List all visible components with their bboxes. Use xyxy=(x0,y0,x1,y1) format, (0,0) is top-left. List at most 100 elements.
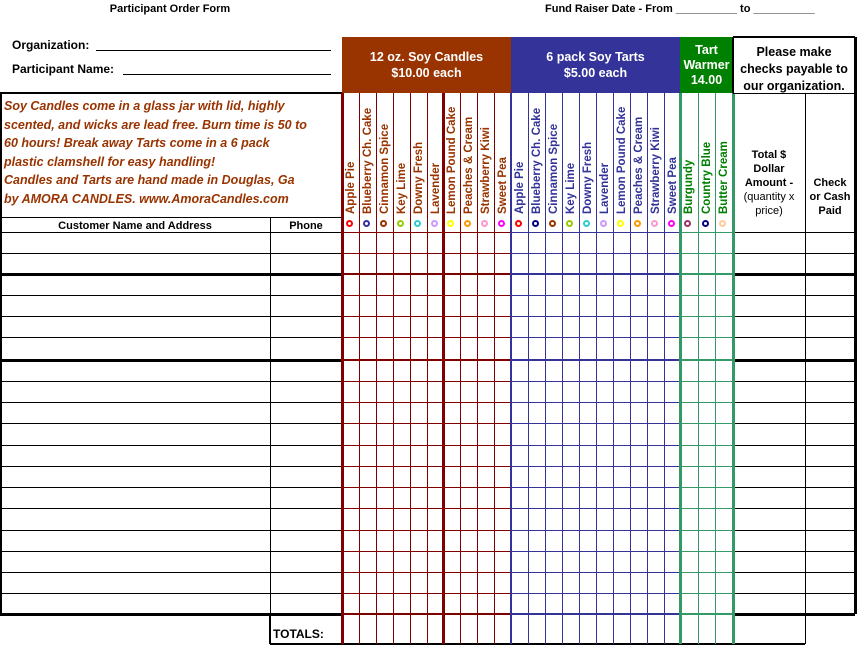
scent-name: Peaches & Cream xyxy=(632,116,645,214)
grid-line xyxy=(732,37,734,93)
totals-label: TOTALS: xyxy=(273,627,324,641)
tart-scent-1: Blueberry Ch. Cake xyxy=(528,96,545,230)
table-row-line xyxy=(680,337,733,338)
promo-line: Soy Candles come in a glass jar with lid… xyxy=(4,99,285,113)
table-row-line xyxy=(733,487,855,488)
candle-column-line xyxy=(442,93,445,644)
scent-name: Strawberry Kiwi xyxy=(479,127,492,214)
scent-name: Apple Pie xyxy=(344,161,357,214)
candle-scent-7: Peaches & Cream xyxy=(460,96,477,230)
warmer-price: 14.00 xyxy=(690,72,723,87)
organization-label: Organization: xyxy=(12,38,90,52)
tart-scent-3: Key Lime xyxy=(562,96,579,230)
table-row-line xyxy=(733,530,855,531)
table-row-line xyxy=(733,273,855,276)
scent-name: Lavender xyxy=(598,162,611,214)
color-dot-icon xyxy=(363,220,370,227)
scent-name: Cinnamon Spice xyxy=(547,123,560,214)
scent-name: Blueberry Ch. Cake xyxy=(530,107,543,214)
color-dot-icon xyxy=(414,220,421,227)
warmer-column-line xyxy=(732,93,735,644)
grid-line xyxy=(270,217,271,644)
color-dot-icon xyxy=(549,220,556,227)
table-row-line xyxy=(733,359,855,362)
scent-name: Key Lime xyxy=(564,162,577,214)
candles-title: 12 oz. Soy Candles xyxy=(369,50,484,64)
tart-scent-7: Peaches & Cream xyxy=(630,96,647,230)
participant-name-field[interactable] xyxy=(123,74,331,75)
table-row-line xyxy=(0,530,342,531)
table-row-line xyxy=(733,316,855,317)
color-dot-icon xyxy=(583,220,590,227)
table-row-line xyxy=(733,381,855,382)
customer-column-header: Customer Name and Address xyxy=(58,220,212,232)
candle-column-line xyxy=(460,93,461,644)
color-dot-icon xyxy=(634,220,641,227)
grid-line xyxy=(733,93,855,94)
tart-scent-4: Downy Fresh xyxy=(579,96,596,230)
color-dot-icon xyxy=(498,220,505,227)
table-row-line xyxy=(0,572,342,573)
scent-name: Lavender xyxy=(429,162,442,214)
table-row-line xyxy=(0,593,342,594)
total-header-line: Total $ xyxy=(751,149,787,161)
fund-raiser-date: Fund Raiser Date - From __________ to __… xyxy=(545,3,815,15)
warmer-scent-1: Country Blue xyxy=(698,96,715,230)
warmer-column-line xyxy=(698,93,699,644)
color-dot-icon xyxy=(617,220,624,227)
scent-name: Lemon Pound Cake xyxy=(615,106,628,214)
warmer-scent-0: Burgundy xyxy=(680,96,697,230)
candle-column-line xyxy=(359,93,360,644)
table-row-line xyxy=(680,530,733,531)
total-header-line: price) xyxy=(755,205,783,217)
table-row-line xyxy=(0,253,342,254)
table-row-line xyxy=(680,402,733,403)
payable-line: checks payable to xyxy=(740,62,848,76)
warmer-title-1: Tart xyxy=(695,42,718,57)
candle-column-line xyxy=(427,93,428,644)
check-column-header: Check or Cash Paid xyxy=(805,176,855,218)
phone-column-header: Phone xyxy=(289,220,323,232)
tart-column-line xyxy=(579,93,580,644)
tart-scent-8: Strawberry Kiwi xyxy=(647,96,664,230)
scent-name: Country Blue xyxy=(700,141,713,214)
tart-column-line xyxy=(613,93,614,644)
table-row-line xyxy=(733,232,855,233)
candle-column-line xyxy=(376,93,377,644)
table-row-line xyxy=(733,613,855,616)
tart-column-line xyxy=(545,93,546,644)
organization-field[interactable] xyxy=(96,50,331,51)
table-row-line xyxy=(0,508,342,509)
table-row-line xyxy=(0,487,342,488)
table-row-line xyxy=(733,572,855,573)
candle-scent-3: Key Lime xyxy=(393,96,410,230)
check-header-line: Paid xyxy=(818,205,842,217)
table-row-line xyxy=(0,273,342,276)
candle-scent-9: Sweet Pea xyxy=(494,96,511,230)
warmer-header: Tart Warmer 14.00 xyxy=(680,37,733,93)
table-row-line xyxy=(0,295,342,296)
scent-name: Downy Fresh xyxy=(412,141,425,214)
tart-scent-2: Cinnamon Spice xyxy=(545,96,562,230)
table-row-line xyxy=(680,423,733,424)
table-row-line xyxy=(0,613,342,616)
candle-column-line xyxy=(393,93,394,644)
table-row-line xyxy=(0,402,342,403)
tart-column-line xyxy=(647,93,648,644)
promo-line: 60 hours! Break away Tarts come in a 6 p… xyxy=(4,136,270,150)
tart-scent-0: Apple Pie xyxy=(511,96,528,230)
color-dot-icon xyxy=(684,220,691,227)
table-row-line xyxy=(0,423,342,424)
warmer-column-line xyxy=(715,93,716,644)
table-row-line xyxy=(680,273,733,275)
table-row-line xyxy=(0,466,342,467)
grid-line xyxy=(0,93,2,614)
table-row-line xyxy=(733,551,855,552)
table-row-line xyxy=(680,316,733,317)
scent-name: Sweet Pea xyxy=(666,157,679,214)
color-dot-icon xyxy=(397,220,404,227)
candle-scent-6: Lemon Pound Cake xyxy=(443,96,460,230)
candle-column-line xyxy=(341,93,344,644)
table-row-line xyxy=(0,316,342,317)
table-row-line xyxy=(733,337,855,338)
